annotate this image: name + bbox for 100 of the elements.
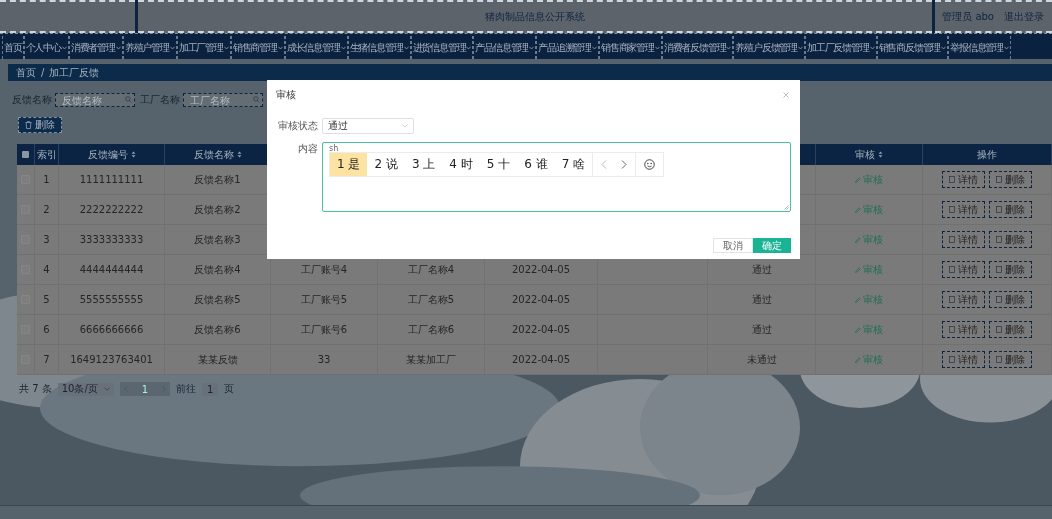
table-cell: 2022-04-05 [511, 324, 571, 335]
edit-icon [855, 326, 861, 333]
table-cell: 反馈名称6 [194, 322, 241, 337]
page-unit: 页 [224, 382, 235, 396]
search-field[interactable]: 工厂名称 [183, 93, 263, 107]
trash-icon [25, 121, 32, 129]
details-button[interactable]: 详情 [942, 291, 985, 308]
sort-icon[interactable] [130, 151, 136, 158]
nav-menu-item[interactable]: 首页 [2, 36, 24, 59]
ime-candidate[interactable]: 5 十 [479, 153, 518, 176]
table-cell: 工厂账号4 [300, 262, 348, 277]
table-cell: 5555555555 [79, 294, 144, 305]
next-icon[interactable] [621, 160, 628, 169]
document-icon [949, 236, 955, 243]
nav-menu-item[interactable]: 消费者反馈管理 [661, 36, 734, 59]
table-cell: 反馈名称1 [194, 172, 241, 187]
table-cell: 33 [317, 354, 331, 365]
table-cell: 某某反馈 [197, 352, 238, 367]
nav-menu-item[interactable]: 产品信息管理 [473, 36, 537, 59]
table-cell: 通过 [751, 292, 772, 307]
edit-icon [855, 266, 861, 273]
nav-menu-item[interactable]: 进货信息管理 [410, 36, 474, 59]
nav-menu-item[interactable]: 养殖户管理 [122, 36, 177, 59]
document-icon [949, 176, 955, 183]
nav-menu-item[interactable]: 生猪信息管理 [347, 36, 411, 59]
search-icon [125, 96, 132, 103]
trash-icon [996, 176, 1002, 183]
trash-icon [996, 206, 1002, 213]
nav-menu-item[interactable]: 销售商反馈管理 [876, 36, 949, 59]
select-all-checkbox[interactable] [22, 151, 29, 158]
breadcrumb-link[interactable]: 加工厂反馈 [49, 65, 100, 80]
delete-button[interactable]: 删除 [989, 261, 1032, 278]
delete-button[interactable]: 删除 [989, 321, 1032, 338]
table-cell: 6666666666 [79, 324, 144, 335]
details-button[interactable]: 详情 [942, 351, 985, 368]
trash-icon [996, 236, 1002, 243]
nav-menu-item[interactable]: 加工厂管理 [176, 36, 231, 59]
details-button[interactable]: 详情 [942, 231, 985, 248]
table-cell: 工厂名称5 [407, 292, 455, 307]
table-cell: 4444444444 [79, 264, 144, 275]
close-icon[interactable] [783, 92, 789, 98]
delete-button[interactable]: 删除 [989, 351, 1032, 368]
search-icon [253, 96, 260, 103]
details-button[interactable]: 详情 [942, 321, 985, 338]
table-cell: 反馈名称4 [194, 262, 241, 277]
table-cell: 反馈名称3 [194, 232, 241, 247]
table-cell: 6 [43, 324, 50, 335]
delete-button[interactable]: 删除 [989, 291, 1032, 308]
delete-button[interactable]: 删除 [18, 117, 62, 133]
nav-menu-item[interactable]: 成长信息管理 [284, 36, 348, 59]
ime-candidate[interactable]: 1 是 [330, 153, 368, 176]
resize-handle-icon[interactable] [784, 205, 789, 210]
content-textarea[interactable]: sh 1 是 2 说 3 上 4 时 5 十 6 谁 7 啥 [322, 142, 791, 212]
site-title: 猪肉制品信息公开系统 [485, 9, 585, 24]
details-button[interactable]: 详情 [942, 201, 985, 218]
ime-candidate[interactable]: 7 啥 [554, 153, 593, 176]
delete-button[interactable]: 删除 [989, 171, 1032, 188]
field-label: 内容 [297, 142, 318, 156]
edit-icon [855, 206, 861, 213]
goto-label: 前往 [176, 382, 197, 396]
ime-candidate[interactable]: 4 时 [442, 153, 480, 176]
breadcrumb-link[interactable]: 首页 [16, 65, 36, 80]
sort-icon[interactable] [878, 151, 883, 158]
nav-menu-item[interactable]: 产品追溯管理 [536, 36, 599, 59]
dialog-title: 审核 [276, 88, 296, 102]
table-cell: 工厂账号5 [300, 292, 348, 307]
nav-menu-item[interactable]: 消费者管理 [68, 36, 123, 59]
document-icon [949, 356, 955, 363]
total-count: 共 7 条 [19, 382, 52, 396]
nav-menu-item[interactable]: 个人中心 [23, 36, 69, 59]
nav-menu-item[interactable]: 销售商管理 [230, 36, 285, 59]
table-cell: 3333333333 [79, 234, 144, 245]
table-cell: 2222222222 [79, 204, 144, 215]
search-field[interactable]: 反馈名称 [55, 93, 135, 107]
table-cell: 2022-04-05 [511, 264, 571, 275]
previous-icon[interactable] [601, 160, 608, 169]
table-cell: 某某加工厂 [406, 352, 456, 367]
trash-icon [996, 326, 1002, 333]
nav-menu-item[interactable]: 加工厂反馈管理 [804, 36, 877, 59]
table-cell: 反馈名称2 [194, 202, 241, 217]
sort-icon[interactable] [236, 151, 242, 158]
caret-icon [103, 387, 110, 391]
ime-candidate[interactable]: 3 上 [404, 153, 443, 176]
nav-menu-item[interactable]: 举报信息管理 [948, 36, 1011, 59]
field-label: 审核状态 [277, 119, 318, 133]
ime-candidate[interactable]: 2 说 [367, 153, 405, 176]
delete-button[interactable]: 删除 [989, 231, 1032, 248]
status-select[interactable]: 通过 [322, 118, 414, 134]
details-button[interactable]: 详情 [942, 261, 985, 278]
table-cell: 工厂账号6 [300, 322, 348, 337]
nav-menu-item[interactable]: 养殖户反馈管理 [733, 36, 805, 59]
ime-candidate[interactable]: 6 谁 [517, 153, 555, 176]
trash-icon [996, 296, 1002, 303]
details-button[interactable]: 详情 [942, 171, 985, 188]
delete-button[interactable]: 删除 [989, 201, 1032, 218]
table-cell: 3 [43, 234, 50, 245]
emoji-icon[interactable] [644, 159, 656, 170]
cancel-button[interactable]: 取消 [713, 238, 753, 253]
nav-menu-item[interactable]: 销售商家管理 [598, 36, 662, 59]
caret-icon [402, 124, 408, 128]
